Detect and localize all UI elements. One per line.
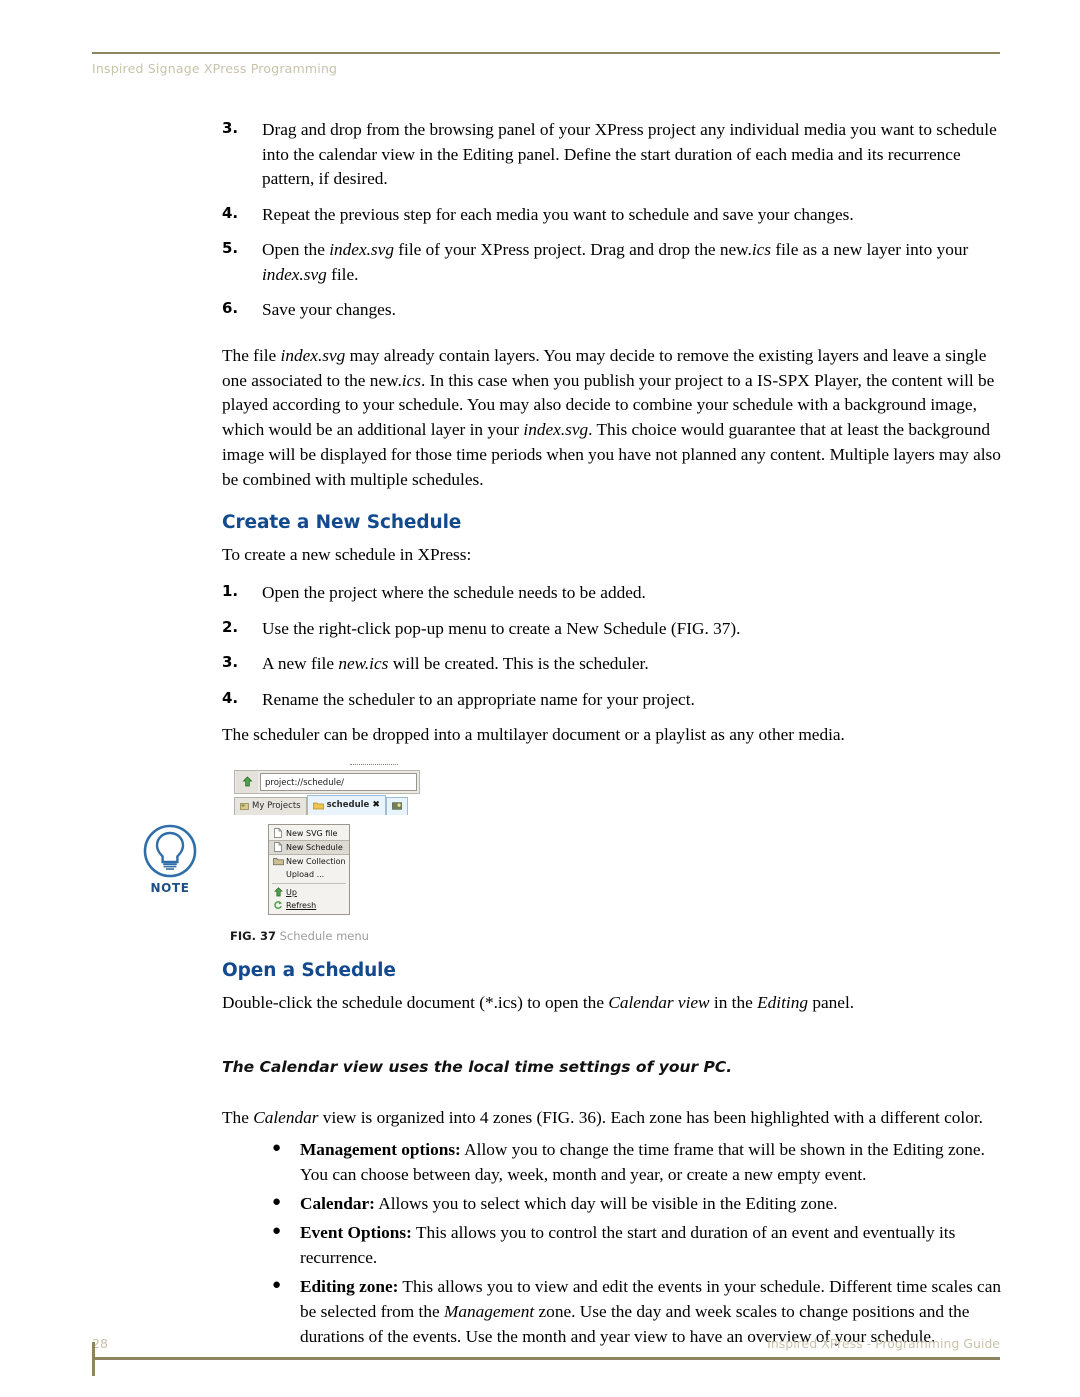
create-schedule-steps: 1. Open the project where the schedule n… — [222, 581, 1004, 712]
list-item: 1. Open the project where the schedule n… — [222, 581, 1004, 606]
figure-dotted-edge — [350, 763, 398, 769]
list-marker: 4. — [222, 203, 239, 222]
list-marker: 1. — [222, 581, 239, 600]
page-content: 3. Drag and drop from the browsing panel… — [222, 118, 1004, 1354]
note-text: The Calendar view uses the local time se… — [222, 1057, 733, 1076]
file-icon — [272, 828, 284, 839]
list-item: 5. Open the index.svg file of your XPres… — [222, 238, 1004, 287]
footer-row: 28 Inspired XPress - Programming Guide — [92, 1336, 1000, 1357]
list-marker: 2. — [222, 617, 239, 636]
list-text: Drag and drop from the browsing panel of… — [262, 120, 997, 189]
figure-caption: FIG. 37 Schedule menu — [230, 929, 470, 943]
folder-icon — [312, 802, 324, 810]
list-item: 6. Save your changes. — [222, 298, 1004, 323]
lightbulb-icon — [143, 824, 197, 878]
list-item: 4. Rename the scheduler to an appropriat… — [222, 688, 1004, 713]
tab-label: My Projects — [252, 801, 301, 812]
bullet-icon: ● — [272, 1194, 282, 1211]
zones-bullet-list: ● Management options: Allow you to chang… — [222, 1138, 1004, 1349]
menu-item-label: New Schedule — [286, 842, 343, 852]
running-head: Inspired Signage XPress Programming — [92, 61, 338, 76]
browser-tabs: My Projects schedule ✖ — [234, 794, 420, 815]
address-input[interactable]: project://schedule/ — [260, 772, 417, 791]
list-marker: 3. — [222, 119, 239, 137]
bullet-text: Calendar: Allows you to select which day… — [300, 1194, 838, 1214]
list-item: 3. A new file new.ics will be created. T… — [222, 652, 1004, 677]
zones-intro: The Calendar view is organized into 4 zo… — [222, 1107, 983, 1127]
bullet-icon: ● — [272, 1140, 282, 1157]
menu-item-label: New SVG file — [286, 828, 338, 838]
create-schedule-intro: To create a new schedule in XPress: — [222, 545, 472, 565]
list-marker: 3. — [222, 653, 239, 672]
close-icon[interactable]: ✖ — [372, 800, 380, 810]
file-icon — [272, 842, 284, 853]
figure-caption-text: Schedule menu — [279, 928, 369, 943]
note-label: NOTE — [150, 881, 190, 895]
list-marker: 5. — [222, 239, 239, 258]
menu-item-new-collection[interactable]: New Collection — [269, 855, 349, 868]
no-icon — [272, 869, 284, 880]
tab-new[interactable] — [385, 796, 408, 815]
menu-item-upload[interactable]: Upload ... — [269, 868, 349, 881]
menu-item-new-svg-file[interactable]: New SVG file — [269, 827, 349, 840]
list-marker: 4. — [222, 688, 239, 707]
list-text: Save your changes. — [262, 300, 396, 320]
folder-icon — [272, 856, 284, 867]
list-item: ● Calendar: Allows you to select which d… — [222, 1192, 1004, 1217]
image-icon — [391, 802, 402, 811]
list-item: 3. Drag and drop from the browsing panel… — [222, 118, 1004, 192]
list-text: Repeat the previous step for each media … — [262, 204, 854, 224]
tab-schedule[interactable]: schedule ✖ — [306, 794, 386, 815]
bullet-icon: ● — [272, 1223, 282, 1239]
up-arrow-icon — [272, 887, 284, 898]
page-header: Inspired Signage XPress Programming — [92, 52, 1000, 76]
menu-item-new-schedule[interactable]: New Schedule — [269, 839, 349, 855]
guide-title: Inspired XPress - Programming Guide — [767, 1336, 1000, 1351]
menu-item-label: New Collection — [286, 856, 346, 866]
figure-screenshot: project://schedule/ My Projects schedule — [230, 761, 426, 920]
menu-separator — [272, 882, 346, 884]
menu-item-label: Upload ... — [286, 869, 325, 879]
list-text: Open the project where the schedule need… — [262, 582, 646, 602]
footer-rule — [92, 1357, 1000, 1360]
menu-item-refresh[interactable]: Refresh — [269, 899, 349, 912]
figure-caption-number: FIG. 37 — [230, 928, 276, 943]
menu-item-up[interactable]: Up — [269, 886, 349, 899]
list-item: ● Event Options: This allows you to cont… — [222, 1221, 1004, 1271]
tab-my-projects[interactable]: My Projects — [234, 796, 307, 815]
layers-paragraph: The file index.svg may already contain l… — [222, 345, 1001, 489]
refresh-icon — [272, 900, 284, 911]
bullet-icon: ● — [272, 1276, 282, 1293]
menu-item-label: Up — [286, 887, 297, 897]
note-callout: NOTE — [134, 823, 206, 895]
up-arrow-glyph — [242, 776, 252, 787]
projects-icon — [240, 803, 249, 810]
open-schedule-paragraph: Double-click the schedule document (*.ic… — [222, 992, 855, 1012]
up-arrow-icon[interactable] — [236, 770, 258, 793]
list-text: Use the right-click pop-up menu to creat… — [262, 618, 741, 638]
page-footer: 28 Inspired XPress - Programming Guide — [92, 1336, 1000, 1376]
figure-37: project://schedule/ My Projects schedule — [230, 761, 470, 943]
header-rule — [92, 52, 1000, 54]
list-item: ● Management options: Allow you to chang… — [222, 1138, 1004, 1188]
list-item: 2. Use the right-click pop-up menu to cr… — [222, 617, 1004, 642]
bullet-text: Event Options: This allows you to contro… — [300, 1223, 956, 1267]
heading-open-a-schedule: Open a Schedule — [222, 959, 396, 981]
list-marker: 6. — [222, 299, 239, 318]
browser-toolbar: project://schedule/ — [234, 769, 420, 794]
heading-create-a-new-schedule: Create a New Schedule — [222, 512, 462, 534]
create-schedule-outro: The scheduler can be dropped into a mult… — [222, 725, 845, 745]
list-item: 4. Repeat the previous step for each med… — [222, 203, 1004, 228]
note-icon-badge — [142, 823, 198, 879]
list-text: A new file new.ics will be created. This… — [262, 654, 649, 674]
bullet-text: Management options: Allow you to change … — [300, 1140, 985, 1185]
menu-item-label: Refresh — [286, 900, 317, 910]
tab-label: schedule — [326, 800, 370, 811]
list-text: Open the index.svg file of your XPress p… — [262, 240, 969, 284]
footer-tick — [92, 1342, 95, 1376]
steps-top-list: 3. Drag and drop from the browsing panel… — [222, 118, 1004, 323]
context-menu: New SVG file New Schedule New Collection… — [268, 823, 350, 915]
list-text: Rename the scheduler to an appropriate n… — [262, 689, 695, 709]
